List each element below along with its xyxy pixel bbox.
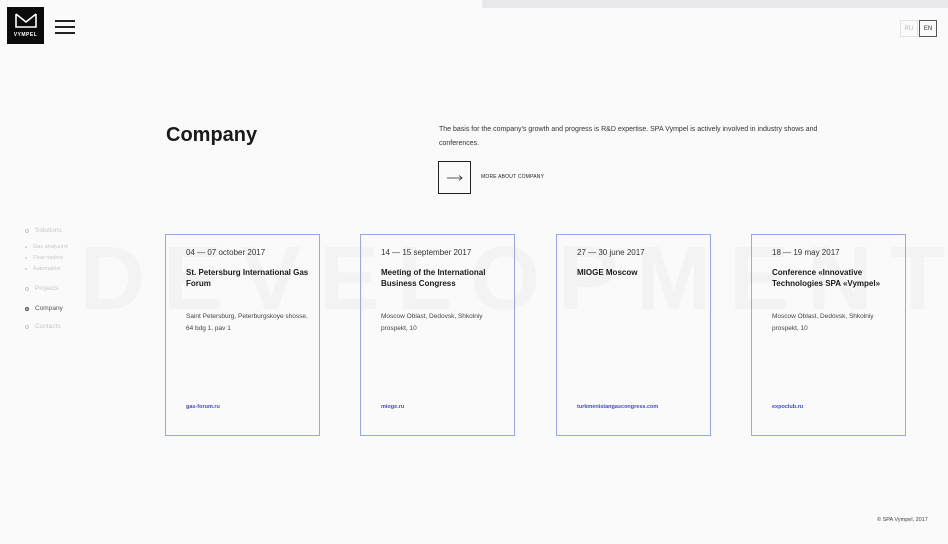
nav-sub-bullet-icon: [25, 268, 27, 270]
vympel-logo[interactable]: VYMPEL: [7, 7, 44, 44]
event-link[interactable]: expoclub.ru: [772, 404, 803, 410]
page-title: Company: [166, 124, 258, 146]
nav-label: Projects: [35, 285, 59, 292]
lang-en-button[interactable]: EN: [919, 20, 937, 37]
event-card[interactable]: 18 — 19 may 2017 Conference «Innovative …: [751, 234, 906, 436]
event-card[interactable]: 14 — 15 september 2017 Meeting of the In…: [360, 234, 515, 436]
event-card[interactable]: 04 — 07 october 2017 St. Petersburg Inte…: [165, 234, 320, 436]
lang-ru-button[interactable]: RU: [900, 20, 918, 37]
event-card[interactable]: 27 — 30 june 2017 MIOGE Moscow turkmenis…: [556, 234, 711, 436]
event-title: Meeting of the International Business Co…: [381, 268, 486, 288]
nav-bullet-icon: [25, 286, 29, 291]
top-strip: [482, 0, 948, 8]
nav-label: Contacts: [35, 323, 61, 330]
nav-sub-bullet-icon: [25, 257, 27, 259]
more-about-company-button[interactable]: [438, 161, 471, 194]
more-about-company-link[interactable]: MORE ABOUT COMPANY: [481, 174, 544, 180]
copyright: © SPA Vympel, 2017: [877, 517, 928, 523]
intro-text: The basis for the company’s growth and p…: [439, 126, 818, 147]
nav-contacts[interactable]: Contacts: [25, 323, 61, 330]
nav-company[interactable]: Company: [25, 305, 63, 312]
event-address: Moscow Oblast, Dedovsk, Shkolniy prospek…: [772, 313, 874, 332]
event-date: 27 — 30 june 2017: [577, 248, 645, 257]
nav-bullet-icon: [25, 228, 29, 233]
nav-label: Gas analyzers: [33, 244, 69, 250]
menu-icon[interactable]: [55, 20, 75, 34]
event-link[interactable]: turkmenistangascongress.com: [577, 404, 658, 410]
event-link[interactable]: mioge.ru: [381, 404, 404, 410]
nav-label: Solutions: [35, 227, 62, 234]
logo-mark-icon: [14, 13, 37, 28]
nav-sub-bullet-icon: [25, 246, 27, 248]
logo-text: VYMPEL: [13, 32, 38, 38]
nav-label: Company: [35, 305, 63, 312]
event-link[interactable]: gas-forum.ru: [186, 404, 220, 410]
event-date: 14 — 15 september 2017: [381, 248, 472, 257]
event-title: St. Petersburg International Gas Forum: [186, 268, 309, 288]
event-address: Saint Petersburg, Peterburgskoye shosse,…: [186, 313, 308, 332]
event-address: Moscow Oblast, Dedovsk, Shkolniy prospek…: [381, 313, 483, 332]
event-title: MIOGE Moscow: [577, 268, 638, 277]
nav-gas-analyzers[interactable]: Gas analyzers: [25, 244, 68, 250]
nav-solutions[interactable]: Solutions: [25, 227, 62, 234]
nav-active-bullet-icon: [25, 306, 29, 311]
event-date: 04 — 07 october 2017: [186, 248, 266, 257]
nav-flow-meters[interactable]: Flow meters: [25, 255, 63, 261]
nav-label: Automation: [33, 266, 61, 272]
nav-label: Flow meters: [33, 255, 63, 261]
nav-bullet-icon: [25, 324, 29, 329]
arrow-right-icon: [446, 174, 463, 181]
nav-projects[interactable]: Projects: [25, 285, 58, 292]
event-date: 18 — 19 may 2017: [772, 248, 840, 257]
event-title: Conference «Innovative Technologies SPA …: [772, 268, 881, 288]
nav-automation[interactable]: Automation: [25, 266, 61, 272]
